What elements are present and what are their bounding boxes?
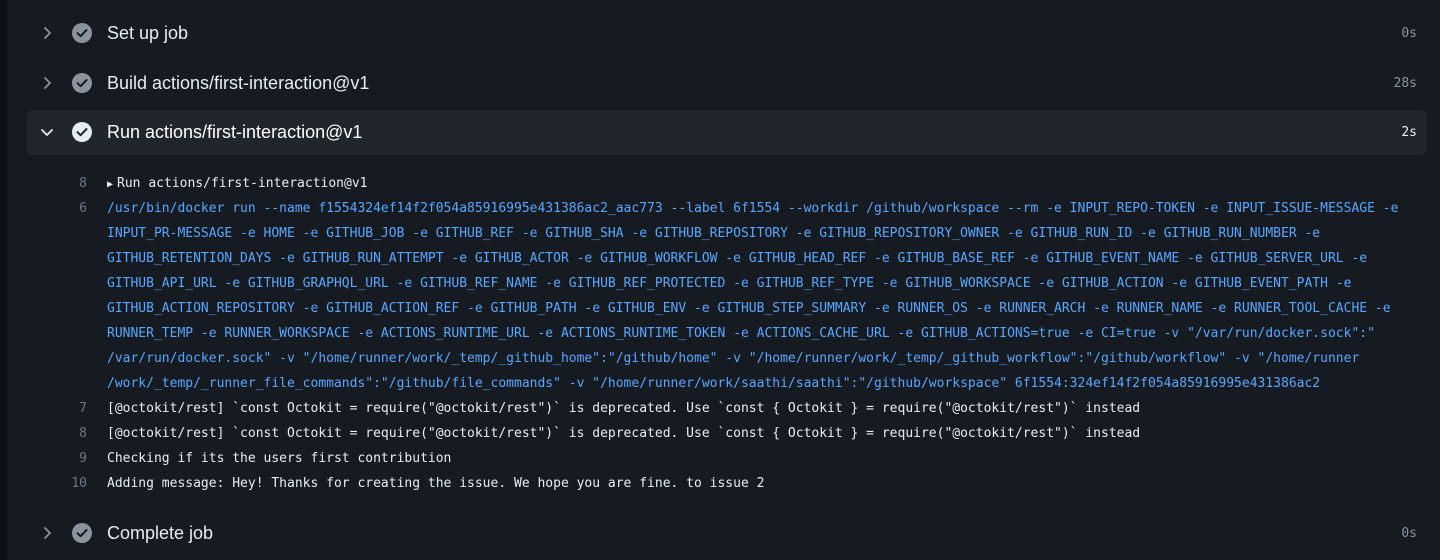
step-complete-job[interactable]: Complete job 0s [27,511,1427,556]
log-line-text: /usr/bin/docker run --name f1554324ef14f… [107,201,1399,216]
log-line: GITHUB_API_URL -e GITHUB_GRAPHQL_URL -e … [7,271,1440,296]
log-line: 9 Checking if its the users first contri… [7,446,1440,471]
log-line: INPUT_PR-MESSAGE -e HOME -e GITHUB_JOB -… [7,221,1440,246]
step-title: Build actions/first-interaction@v1 [107,73,370,93]
log-line: 8 [@octokit/rest] `const Octokit = requi… [7,421,1440,446]
log-line: GITHUB_RETENTION_DAYS -e GITHUB_RUN_ATTE… [7,246,1440,271]
step-run-action[interactable]: Run actions/first-interaction@v1 2s [27,110,1427,155]
log-line: /work/_temp/_runner_file_commands":"/git… [7,371,1440,396]
log-line-text: GITHUB_API_URL -e GITHUB_GRAPHQL_URL -e … [107,276,1352,291]
check-circle-icon [72,122,92,142]
log-line-text: RUNNER_TEMP -e RUNNER_WORKSPACE -e ACTIO… [107,326,1375,341]
log-line-text: Checking if its the users first contribu… [107,451,452,466]
step-title: Set up job [107,23,189,43]
step-title: Complete job [107,523,214,543]
step-duration: 0s [1401,26,1417,41]
log-line-text: [@octokit/rest] `const Octokit = require… [107,426,1141,441]
log-line-text: /var/run/docker.sock" -v "/home/runner/w… [107,351,1360,366]
line-number[interactable]: 8 [47,171,87,196]
step-title: Run actions/first-interaction@v1 [107,122,363,142]
chevron-right-icon[interactable] [39,25,55,41]
chevron-right-icon[interactable] [39,525,55,541]
log-line-text: GITHUB_ACTION_REPOSITORY -e GITHUB_ACTIO… [107,301,1391,316]
line-number[interactable]: 6 [47,196,87,221]
log-line: RUNNER_TEMP -e RUNNER_WORKSPACE -e ACTIO… [7,321,1440,346]
log-line-text: Adding message: Hey! Thanks for creating… [107,476,765,491]
log-line-text: /work/_temp/_runner_file_commands":"/git… [107,376,1321,391]
check-circle-icon [72,73,92,93]
log-line: 10 Adding message: Hey! Thanks for creat… [7,471,1440,496]
log-line: GITHUB_ACTION_REPOSITORY -e GITHUB_ACTIO… [7,296,1440,321]
log-line: 7 [@octokit/rest] `const Octokit = requi… [7,396,1440,421]
line-number[interactable]: 9 [47,446,87,471]
triangle-right-icon[interactable]: ▶ [107,179,113,190]
step-duration: 0s [1401,526,1417,541]
step-set-up-job[interactable]: Set up job 0s [27,11,1427,56]
log-line: 6 /usr/bin/docker run --name f1554324ef1… [7,196,1440,221]
chevron-right-icon[interactable] [39,75,55,91]
job-log-panel: Set up job 0s Build actions/first-intera… [7,0,1440,560]
check-circle-icon [72,23,92,43]
log-line: /var/run/docker.sock" -v "/home/runner/w… [7,346,1440,371]
log-group-label: Run actions/first-interaction@v1 [117,176,368,191]
check-circle-icon [72,523,92,543]
step-duration: 28s [1393,76,1417,91]
chevron-down-icon[interactable] [39,124,55,140]
step-duration: 2s [1401,125,1417,140]
log-line-text: [@octokit/rest] `const Octokit = require… [107,401,1141,416]
log-line-text: GITHUB_RETENTION_DAYS -e GITHUB_RUN_ATTE… [107,251,1368,266]
line-number[interactable]: 8 [47,421,87,446]
step-log-output: 8 ▶ Run actions/first-interaction@v1 6 /u… [7,171,1440,496]
step-build-action[interactable]: Build actions/first-interaction@v1 28s [27,61,1427,106]
log-group-line[interactable]: 8 ▶ Run actions/first-interaction@v1 [7,171,1440,196]
line-number[interactable]: 10 [47,471,87,496]
line-number[interactable]: 7 [47,396,87,421]
log-line-text: INPUT_PR-MESSAGE -e HOME -e GITHUB_JOB -… [107,226,1321,241]
